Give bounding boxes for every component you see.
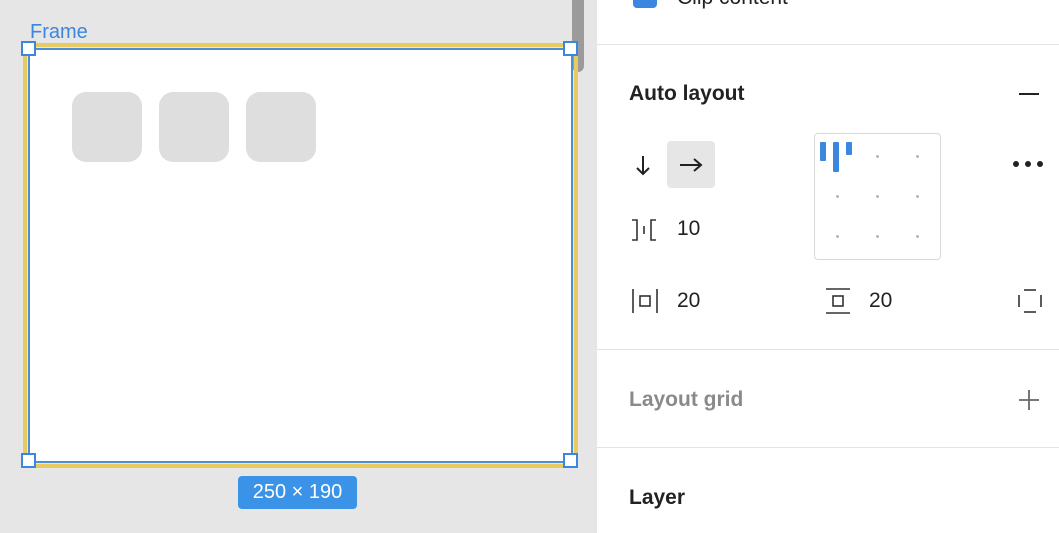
layout-grid-title: Layout grid <box>629 388 744 411</box>
vertical-padding-value[interactable]: 20 <box>869 289 892 313</box>
resize-handle-bottom-right[interactable] <box>563 453 578 468</box>
alignment-bar <box>820 142 826 161</box>
alignment-dot[interactable] <box>916 155 919 158</box>
arrow-down-icon <box>636 156 650 176</box>
resize-handle-top-left[interactable] <box>21 41 36 56</box>
spacing-between-value[interactable]: 10 <box>677 217 700 241</box>
horizontal-padding-value[interactable]: 20 <box>677 289 700 313</box>
clip-content-checkbox[interactable] <box>633 0 657 8</box>
individual-padding-button[interactable] <box>1015 286 1045 316</box>
section-divider <box>597 349 1059 350</box>
alignment-dot[interactable] <box>876 235 879 238</box>
frame-child-item[interactable] <box>159 92 229 162</box>
section-divider <box>597 447 1059 448</box>
resize-handle-bottom-left[interactable] <box>21 453 36 468</box>
add-layout-grid-button[interactable] <box>1015 386 1043 414</box>
alignment-bar <box>846 142 852 155</box>
alignment-dot[interactable] <box>876 155 879 158</box>
alignment-dot[interactable] <box>916 235 919 238</box>
frame-size-badge: 250 × 190 <box>238 476 357 509</box>
direction-vertical-button[interactable] <box>629 142 657 188</box>
frame-child-item[interactable] <box>72 92 142 162</box>
section-divider <box>597 44 1059 45</box>
alignment-dot[interactable] <box>836 195 839 198</box>
arrow-right-icon <box>680 157 703 172</box>
auto-layout-more-button[interactable] <box>1009 150 1047 178</box>
resize-handle-top-right[interactable] <box>563 41 578 56</box>
minus-icon <box>1019 93 1039 95</box>
clip-content-label: Clip content <box>677 0 788 10</box>
alignment-bar <box>833 142 839 172</box>
horizontal-padding-icon <box>630 286 660 316</box>
plus-icon <box>1019 390 1039 410</box>
individual-padding-icon <box>1018 289 1042 313</box>
design-canvas[interactable]: Frame 250 × 190 <box>0 0 597 533</box>
more-horizontal-icon <box>1013 161 1043 167</box>
properties-panel: Clip content Auto layout 10 2 <box>597 0 1059 533</box>
frame-name-label[interactable]: Frame <box>30 21 88 44</box>
alignment-dot[interactable] <box>836 235 839 238</box>
spacing-between-icon <box>629 216 659 244</box>
direction-horizontal-button[interactable] <box>667 141 715 188</box>
auto-layout-title: Auto layout <box>629 82 745 105</box>
frame-child-item[interactable] <box>246 92 316 162</box>
layer-title: Layer <box>629 486 686 509</box>
vertical-padding-icon <box>823 286 853 316</box>
alignment-dot[interactable] <box>916 195 919 198</box>
remove-auto-layout-button[interactable] <box>1015 80 1043 108</box>
alignment-dot[interactable] <box>876 195 879 198</box>
alignment-grid[interactable] <box>814 133 941 260</box>
